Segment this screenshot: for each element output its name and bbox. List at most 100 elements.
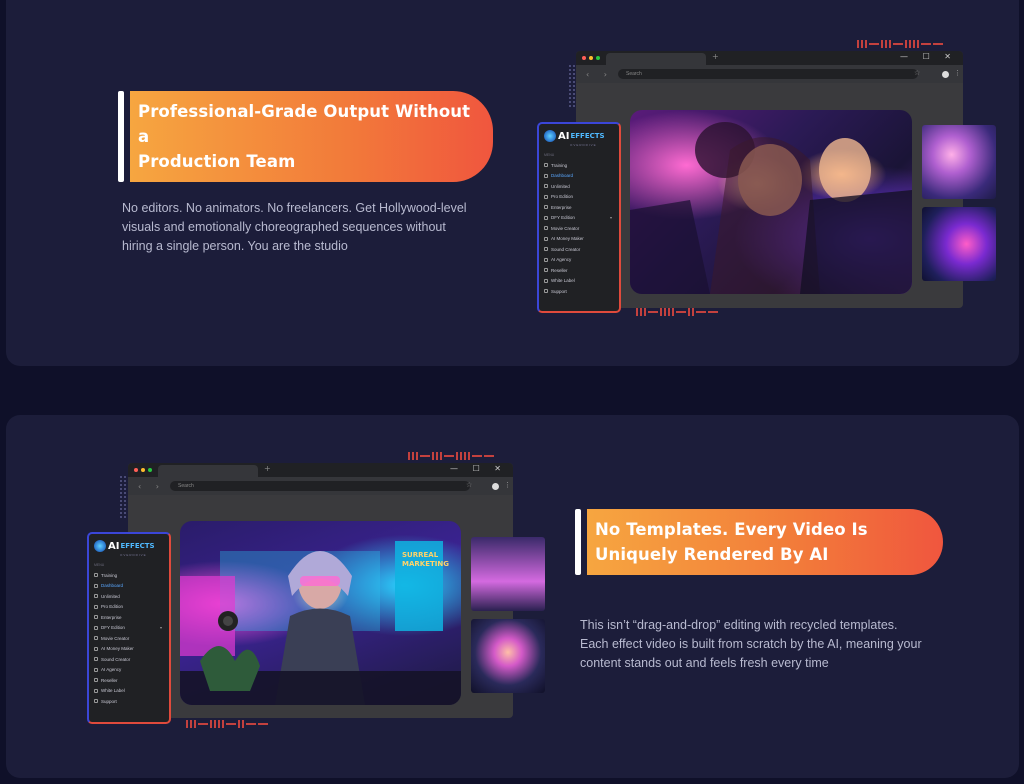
- sidebar-item-label: Pro Edition: [101, 604, 124, 610]
- sidebar-item-training[interactable]: Training: [544, 160, 614, 171]
- app-logo: AI EFFECTS: [544, 130, 614, 142]
- browser-urlbar: ‹ › Search ☆ ⋮: [576, 65, 963, 83]
- sidebar-item-label: Reseller: [101, 677, 118, 683]
- sidebar-item-movie-creator[interactable]: Movie Creator: [94, 633, 164, 644]
- sidebar-item-label: Support: [551, 288, 567, 294]
- browser-tab[interactable]: [606, 53, 706, 65]
- sidebar-item-unlimited[interactable]: Unlimited: [544, 181, 614, 192]
- sidebar-item-label: Enterprise: [101, 614, 122, 620]
- sidebar-item-label: AI Agency: [101, 667, 122, 673]
- window-controls[interactable]: — ☐ ✕: [450, 464, 507, 473]
- agency-icon: [94, 667, 98, 672]
- sidebar-item-label: Movie Creator: [551, 225, 580, 231]
- headline-accent-bar: [575, 509, 581, 575]
- headline-pill: No Templates. Every Video Is Uniquely Re…: [587, 509, 943, 575]
- sidebar-item-label: Pro Edition: [551, 194, 574, 200]
- dashboard-icon: [544, 173, 548, 178]
- sidebar-item-label: Training: [551, 162, 568, 168]
- minimize-dot-icon[interactable]: [141, 468, 145, 472]
- sidebar-item-dashboard[interactable]: Dashboard: [544, 171, 614, 182]
- maximize-dot-icon[interactable]: [596, 56, 600, 60]
- sidebar-item-ai-money-maker[interactable]: AI Money Maker: [94, 644, 164, 655]
- sidebar-item-reseller[interactable]: Reseller: [94, 675, 164, 686]
- sidebar-item-sound-creator[interactable]: Sound Creator: [544, 244, 614, 255]
- sidebar-item-label: Reseller: [551, 267, 568, 273]
- kebab-menu-icon[interactable]: ⋮: [954, 69, 961, 77]
- headline-pill: Professional-Grade Output Without a Prod…: [130, 91, 493, 182]
- decorative-stripes: [857, 40, 945, 48]
- new-tab-icon[interactable]: +: [712, 52, 719, 61]
- sidebar-item-pro-edition[interactable]: Pro Edition: [544, 192, 614, 203]
- feature-card-1: Professional-Grade Output Without a Prod…: [6, 0, 1019, 366]
- sidebar-item-label: Support: [101, 698, 117, 704]
- building-icon: [94, 615, 98, 620]
- star-icon[interactable]: ☆: [466, 481, 472, 489]
- close-dot-icon[interactable]: [582, 56, 586, 60]
- star-icon[interactable]: ☆: [914, 69, 920, 77]
- sidebar-item-enterprise[interactable]: Enterprise: [94, 612, 164, 623]
- infinity-icon: [94, 594, 98, 599]
- sidebar-item-enterprise[interactable]: Enterprise: [544, 202, 614, 213]
- sidebar-item-white-label[interactable]: White Label: [544, 276, 614, 287]
- gift-icon: [544, 215, 548, 220]
- sidebar-item-ai-money-maker[interactable]: AI Money Maker: [544, 234, 614, 245]
- profile-avatar-icon[interactable]: [492, 483, 499, 490]
- sidebar-item-dfy-edition[interactable]: DFY Edition ▾: [544, 213, 614, 224]
- sidebar-item-support[interactable]: Support: [94, 696, 164, 707]
- search-placeholder: Search: [626, 71, 642, 77]
- film-icon: [544, 226, 548, 231]
- sidebar-item-reseller[interactable]: Reseller: [544, 265, 614, 276]
- sidebar-item-sound-creator[interactable]: Sound Creator: [94, 654, 164, 665]
- sidebar-item-dashboard[interactable]: Dashboard: [94, 581, 164, 592]
- logo-globe-icon: [544, 130, 556, 142]
- star-icon: [544, 194, 548, 199]
- sidebar-item-white-label[interactable]: White Label: [94, 686, 164, 697]
- close-dot-icon[interactable]: [134, 468, 138, 472]
- feature-card-2: + — ☐ ✕ ‹ › Search ☆ ⋮ SURREAL MARKETING…: [6, 415, 1019, 778]
- sidebar-item-support[interactable]: Support: [544, 286, 614, 297]
- sidebar-item-dfy-edition[interactable]: DFY Edition ▾: [94, 623, 164, 634]
- decorative-stripes: [408, 452, 496, 460]
- kebab-menu-icon[interactable]: ⋮: [504, 481, 511, 489]
- agency-icon: [544, 257, 548, 262]
- logo-effects-text: EFFECTS: [570, 132, 605, 140]
- profile-avatar-icon[interactable]: [942, 71, 949, 78]
- sidebar-item-label: Training: [101, 572, 118, 578]
- gift-icon: [94, 625, 98, 630]
- training-icon: [94, 573, 98, 578]
- browser-tab[interactable]: [158, 465, 258, 477]
- app-logo: AI EFFECTS: [94, 540, 164, 552]
- search-input[interactable]: Search: [618, 69, 918, 79]
- maximize-dot-icon[interactable]: [148, 468, 152, 472]
- decorative-dot-grid: [119, 475, 127, 519]
- hero-image-people-at-computer: [630, 110, 912, 294]
- reseller-icon: [94, 678, 98, 683]
- search-input[interactable]: Search: [170, 481, 470, 491]
- thumbnail-woman-at-monitor: [471, 619, 545, 693]
- nav-arrows-icon[interactable]: ‹ ›: [138, 482, 165, 491]
- new-tab-icon[interactable]: +: [264, 464, 271, 473]
- training-icon: [544, 163, 548, 168]
- sidebar-item-label: White Label: [101, 688, 125, 694]
- film-icon: [94, 636, 98, 641]
- nav-arrows-icon[interactable]: ‹ ›: [586, 70, 613, 79]
- sidebar-item-movie-creator[interactable]: Movie Creator: [544, 223, 614, 234]
- sidebar-item-pro-edition[interactable]: Pro Edition: [94, 602, 164, 613]
- sidebar-item-ai-agency[interactable]: AI Agency: [94, 665, 164, 676]
- minimize-dot-icon[interactable]: [589, 56, 593, 60]
- sidebar-item-unlimited[interactable]: Unlimited: [94, 591, 164, 602]
- sidebar-item-training[interactable]: Training: [94, 570, 164, 581]
- sound-icon: [544, 247, 548, 252]
- decorative-stripes: [636, 308, 720, 316]
- image-scene: [180, 541, 461, 705]
- description-line: No editors. No animators. No freelancers…: [122, 201, 467, 215]
- window-controls[interactable]: — ☐ ✕: [900, 52, 957, 61]
- search-placeholder: Search: [178, 483, 194, 489]
- infinity-icon: [544, 184, 548, 189]
- headline-block-1: Professional-Grade Output Without a Prod…: [118, 91, 493, 182]
- headline-line: Professional-Grade Output Without a: [138, 102, 471, 146]
- decorative-stripes: [186, 720, 270, 728]
- money-icon: [544, 236, 548, 241]
- sidebar-item-ai-agency[interactable]: AI Agency: [544, 255, 614, 266]
- thumbnail-cyber-lab: [922, 207, 996, 281]
